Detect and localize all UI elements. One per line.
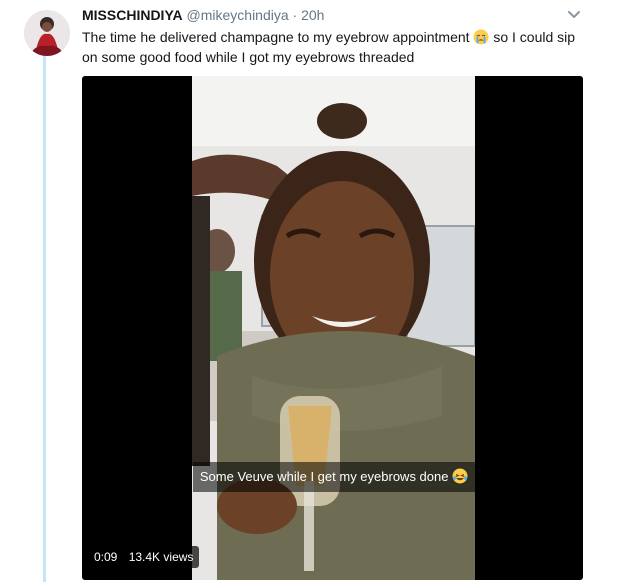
video-frame bbox=[192, 76, 475, 580]
video-metadata: 0:09 13.4K views bbox=[88, 546, 200, 568]
video-duration: 0:09 bbox=[94, 550, 118, 564]
caption-text: Some Veuve while I get my eyebrows done bbox=[199, 469, 449, 484]
video-caption: Some Veuve while I get my eyebrows done bbox=[193, 462, 475, 492]
tweet-text-part1: The time he delivered champagne to my ey… bbox=[82, 29, 470, 45]
chevron-down-icon[interactable] bbox=[566, 8, 582, 20]
crying-face-icon bbox=[473, 29, 489, 45]
laughing-face-icon bbox=[452, 465, 468, 484]
avatar[interactable] bbox=[24, 10, 70, 56]
display-name[interactable]: MISSCHINDIYA bbox=[82, 7, 183, 23]
video-player[interactable]: Some Veuve while I get my eyebrows done … bbox=[82, 76, 583, 580]
tweet-header: MISSCHINDIYA @mikeychindiya · 20h bbox=[82, 7, 324, 23]
view-count: 13.4K views bbox=[128, 550, 194, 564]
tweet-text: The time he delivered champagne to my ey… bbox=[82, 27, 592, 67]
user-handle[interactable]: @mikeychindiya bbox=[187, 7, 289, 23]
timestamp[interactable]: 20h bbox=[301, 7, 324, 23]
separator-dot: · bbox=[292, 7, 298, 23]
thread-line bbox=[43, 54, 46, 582]
